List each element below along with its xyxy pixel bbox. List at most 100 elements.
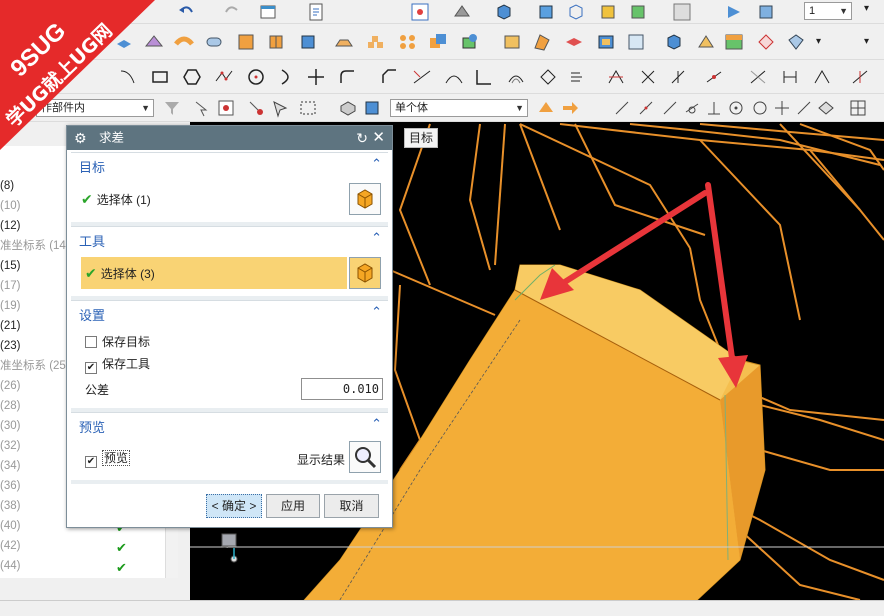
view-orient-icon[interactable]	[724, 2, 744, 22]
orange-face-icon[interactable]	[536, 98, 556, 118]
snap-point-icon[interactable]	[246, 98, 266, 118]
grid-icon[interactable]	[848, 98, 868, 118]
pattern-icon[interactable]	[334, 32, 354, 52]
section-icon[interactable]	[266, 32, 286, 52]
more-icon[interactable]: ▾	[816, 36, 821, 47]
sweep-icon[interactable]	[174, 32, 194, 52]
apply-button[interactable]: 应用	[266, 494, 320, 518]
line-icon[interactable]	[612, 98, 632, 118]
info-icon[interactable]	[306, 2, 326, 22]
cube-front-icon[interactable]	[536, 2, 556, 22]
select-box-icon[interactable]	[216, 98, 236, 118]
quadrant-icon[interactable]	[750, 98, 770, 118]
cube-blue-icon[interactable]	[664, 32, 684, 52]
cylinder-icon[interactable]	[204, 32, 224, 52]
block-icon[interactable]	[298, 32, 318, 52]
navigator-row[interactable]: (42) ✔	[0, 536, 165, 556]
chamfer-icon[interactable]	[380, 67, 400, 87]
box-orange-icon[interactable]	[502, 32, 522, 52]
check-icon[interactable]: ✔	[116, 558, 127, 578]
draft-icon[interactable]	[696, 32, 716, 52]
select-all-icon[interactable]	[192, 98, 212, 118]
show-con-icon[interactable]	[850, 67, 870, 87]
mirror-curve-icon[interactable]	[606, 67, 626, 87]
mirror-icon[interactable]	[756, 32, 776, 52]
dots-icon[interactable]	[398, 32, 418, 52]
crosshair-icon[interactable]	[772, 98, 792, 118]
swatch-icon[interactable]	[724, 32, 744, 52]
cube-view-icon[interactable]	[494, 2, 514, 22]
circle-icon[interactable]	[246, 67, 266, 87]
tool-section-header[interactable]: 工具	[79, 231, 105, 250]
wireframe-icon[interactable]	[566, 2, 586, 22]
target-section-header[interactable]: 目标	[79, 157, 105, 176]
checkbox-box[interactable]	[85, 336, 97, 348]
color-swatch-icon[interactable]	[672, 2, 692, 22]
tolerance-input[interactable]: 0.010	[301, 378, 383, 400]
more-icon[interactable]: ▾	[864, 3, 869, 14]
shaded-icon[interactable]	[452, 2, 472, 22]
line2-icon[interactable]	[636, 98, 656, 118]
project-icon[interactable]	[538, 67, 558, 87]
gem-icon[interactable]	[786, 32, 806, 52]
snap-view-icon[interactable]	[410, 2, 430, 22]
geometric-con-icon[interactable]	[812, 67, 832, 87]
window-icon[interactable]	[258, 2, 278, 22]
show-result-button[interactable]	[349, 441, 381, 473]
spline-icon[interactable]	[214, 67, 234, 87]
more-icon[interactable]: ▾	[864, 36, 869, 47]
shell-icon[interactable]	[596, 32, 616, 52]
gear-icon[interactable]: ⚙	[74, 126, 87, 150]
line3-icon[interactable]	[660, 98, 680, 118]
offset-icon[interactable]	[564, 32, 584, 52]
close-icon[interactable]: ✕	[372, 126, 385, 150]
slash-icon[interactable]	[794, 98, 814, 118]
pattern-curve-icon[interactable]	[568, 67, 588, 87]
preview-section-header[interactable]: 预览	[79, 417, 105, 436]
selection-icon[interactable]	[270, 98, 290, 118]
ok-button[interactable]: < 确定 >	[206, 494, 262, 518]
face-pick-icon[interactable]	[816, 98, 836, 118]
navigator-row[interactable]: (44) ✔	[0, 556, 165, 576]
rapid-dim-icon[interactable]	[780, 67, 800, 87]
tangent-icon[interactable]	[682, 98, 702, 118]
arrow-right-icon[interactable]	[560, 98, 580, 118]
dimension-icon[interactable]	[748, 67, 768, 87]
unite-icon[interactable]	[428, 32, 448, 52]
keep-tool-checkbox[interactable]: ✔ 保存工具	[85, 355, 150, 374]
cube-green-icon[interactable]	[628, 2, 648, 22]
quick-trim-icon[interactable]	[638, 67, 658, 87]
collapse-caret-icon[interactable]: ⌃	[371, 230, 382, 246]
body-icon[interactable]	[362, 98, 382, 118]
part-icon[interactable]	[338, 98, 358, 118]
layer-select[interactable]: 1 ▼	[804, 2, 852, 20]
settings-section-header[interactable]: 设置	[79, 305, 105, 324]
extend-icon[interactable]	[444, 67, 464, 87]
reset-icon[interactable]: ↻	[356, 126, 368, 150]
collapse-caret-icon[interactable]: ⌃	[371, 416, 382, 432]
target-select-row[interactable]: ✔ 选择体 (1)	[81, 183, 347, 215]
arc-icon[interactable]	[276, 67, 296, 87]
collapse-caret-icon[interactable]: ⌃	[371, 304, 382, 320]
preview-checkbox[interactable]: ✔ 预览	[85, 449, 131, 468]
keep-target-checkbox[interactable]: 保存目标	[85, 333, 150, 351]
perpendicular-icon[interactable]	[704, 98, 724, 118]
cube-color-icon[interactable]	[598, 2, 618, 22]
book-icon[interactable]	[236, 32, 256, 52]
quick-extend-icon[interactable]	[668, 67, 688, 87]
rect-select-icon[interactable]	[298, 98, 318, 118]
redo-icon[interactable]	[222, 2, 242, 22]
check-icon[interactable]: ✔	[116, 538, 127, 558]
array-icon[interactable]	[366, 32, 386, 52]
trim-curve-icon[interactable]	[412, 67, 432, 87]
select-body-button[interactable]	[349, 183, 381, 215]
subtract-icon[interactable]	[460, 32, 480, 52]
select-body-button[interactable]	[349, 257, 381, 289]
polygon-icon[interactable]	[182, 67, 202, 87]
offset-curve-icon[interactable]	[506, 67, 526, 87]
center-icon[interactable]	[726, 98, 746, 118]
undo-icon[interactable]	[176, 2, 196, 22]
point-icon[interactable]	[306, 67, 326, 87]
trim-icon[interactable]	[626, 32, 646, 52]
tool-select-row[interactable]: ✔ 选择体 (3)	[81, 257, 347, 289]
